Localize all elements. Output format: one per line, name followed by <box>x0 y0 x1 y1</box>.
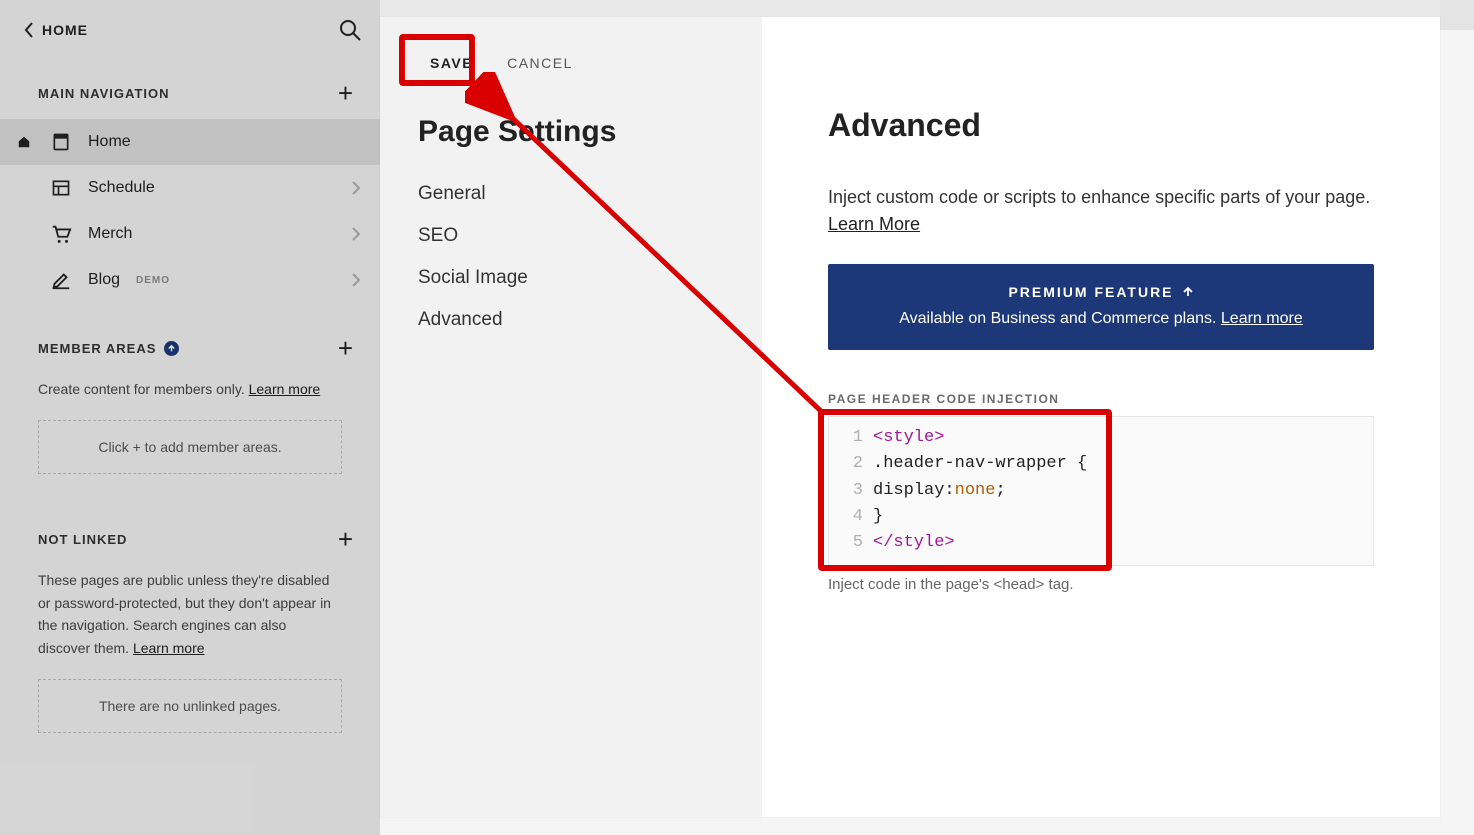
page-settings-modal: SAVE CANCEL Page Settings General SEO So… <box>380 17 1440 817</box>
settings-nav: General SEO Social Image Advanced <box>418 183 724 331</box>
nav-list: Home Schedule Merch <box>0 119 380 303</box>
save-button[interactable]: SAVE <box>418 47 485 79</box>
add-not-linked-button[interactable]: + <box>338 524 360 555</box>
member-learn-more-link[interactable]: Learn more <box>249 381 321 397</box>
member-areas-note: Create content for members only. Learn m… <box>0 374 380 410</box>
page-icon <box>50 131 72 153</box>
code-text[interactable]: <style> <box>873 425 944 451</box>
gutter-number: 4 <box>829 504 873 530</box>
premium-learn-more-link[interactable]: Learn more <box>1221 310 1303 327</box>
chevron-left-icon <box>24 22 34 38</box>
arrow-up-badge-icon <box>164 341 179 356</box>
code-text[interactable]: </style> <box>873 530 955 556</box>
nav-item-label: Blog <box>88 271 120 289</box>
cart-icon <box>50 223 72 245</box>
section-main-navigation: MAIN NAVIGATION + <box>0 48 380 119</box>
section-label-text: NOT LINKED <box>38 532 127 547</box>
add-member-area-button[interactable]: + <box>338 333 360 364</box>
code-injection-editor[interactable]: 1<style>2.header-nav-wrapper {3display:n… <box>828 416 1374 566</box>
member-areas-placeholder[interactable]: Click + to add member areas. <box>38 420 342 474</box>
settings-nav-advanced[interactable]: Advanced <box>418 309 724 331</box>
gutter-number: 5 <box>829 530 873 556</box>
code-line[interactable]: 5</style> <box>829 530 1373 556</box>
premium-sub-text: Available on Business and Commerce plans… <box>899 310 1221 327</box>
code-line[interactable]: 4} <box>829 504 1373 530</box>
chevron-right-icon <box>352 273 360 287</box>
add-page-button[interactable]: + <box>338 78 360 109</box>
right-edge-bar <box>1440 0 1474 30</box>
modal-title: Page Settings <box>418 115 724 149</box>
section-not-linked: NOT LINKED + <box>0 494 380 565</box>
nav-item-label: Schedule <box>88 179 155 197</box>
code-line[interactable]: 2.header-nav-wrapper { <box>829 451 1373 477</box>
code-text[interactable]: .header-nav-wrapper { <box>873 451 1087 477</box>
nav-item-label: Home <box>88 133 131 151</box>
nav-item-schedule[interactable]: Schedule <box>0 165 380 211</box>
section-label-text: MEMBER AREAS <box>38 341 156 356</box>
advanced-heading: Advanced <box>828 107 1374 144</box>
search-icon <box>338 18 362 42</box>
settings-nav-seo[interactable]: SEO <box>418 225 724 247</box>
premium-banner: PREMIUM FEATURE Available on Business an… <box>828 264 1374 350</box>
code-injection-helper: Inject code in the page's <head> tag. <box>828 576 1374 593</box>
premium-title: PREMIUM FEATURE <box>1008 284 1173 300</box>
settings-nav-general[interactable]: General <box>418 183 724 205</box>
sidebar: HOME MAIN NAVIGATION + Home Schedule <box>0 0 380 835</box>
pen-icon <box>50 269 72 291</box>
gutter-number: 2 <box>829 451 873 477</box>
cancel-button[interactable]: CANCEL <box>507 55 573 71</box>
modal-left-panel: SAVE CANCEL Page Settings General SEO So… <box>380 17 762 817</box>
learn-more-link[interactable]: Learn More <box>828 214 920 234</box>
nav-item-blog[interactable]: Blog DEMO <box>0 257 380 303</box>
nav-item-home[interactable]: Home <box>0 119 380 165</box>
back-home-label: HOME <box>42 22 88 38</box>
section-label-text: MAIN NAVIGATION <box>38 86 170 101</box>
nav-item-label: Merch <box>88 225 132 243</box>
gutter-number: 3 <box>829 478 873 504</box>
not-linked-note: These pages are public unless they're di… <box>0 565 380 669</box>
code-line[interactable]: 1<style> <box>829 425 1373 451</box>
modal-right-panel: Advanced Inject custom code or scripts t… <box>762 17 1440 817</box>
chevron-right-icon <box>352 227 360 241</box>
chevron-right-icon <box>352 181 360 195</box>
section-member-areas: MEMBER AREAS + <box>0 303 380 374</box>
code-text[interactable]: display:none; <box>873 478 1006 504</box>
advanced-description: Inject custom code or scripts to enhance… <box>828 184 1374 238</box>
layout-icon <box>50 177 72 199</box>
code-injection-label: PAGE HEADER CODE INJECTION <box>828 392 1374 406</box>
demo-badge: DEMO <box>136 275 170 286</box>
search-button[interactable] <box>338 18 362 42</box>
arrow-up-icon <box>1182 286 1194 298</box>
nav-item-merch[interactable]: Merch <box>0 211 380 257</box>
gutter-number: 1 <box>829 425 873 451</box>
back-home-button[interactable]: HOME <box>24 22 88 38</box>
home-active-icon <box>14 135 34 149</box>
settings-nav-social-image[interactable]: Social Image <box>418 267 724 289</box>
not-linked-placeholder: There are no unlinked pages. <box>38 679 342 733</box>
code-line[interactable]: 3display:none; <box>829 478 1373 504</box>
not-linked-learn-more-link[interactable]: Learn more <box>133 640 205 656</box>
code-text[interactable]: } <box>873 504 883 530</box>
